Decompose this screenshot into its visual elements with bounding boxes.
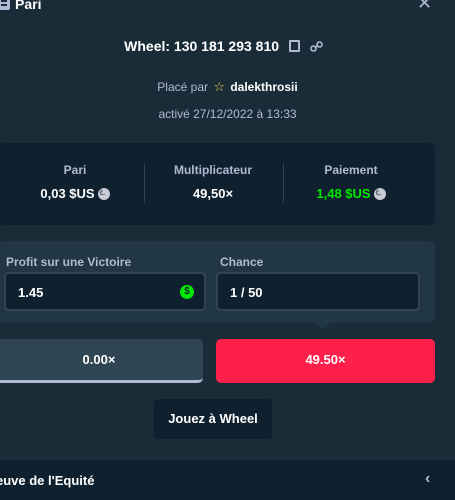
play-game-button[interactable]: Jouez à Wheel [154, 399, 272, 439]
divider [144, 163, 145, 203]
placed-by-row: Placé par ☆ dalekthrosii [0, 79, 455, 95]
bet-title-row: Wheel: 130 181 293 810 [0, 38, 455, 54]
chance-label: Chance [220, 255, 264, 269]
stat-multiplier-label: Multiplicateur [173, 163, 252, 177]
profit-field[interactable]: 1.45 $ [4, 272, 206, 311]
close-icon[interactable]: ✕ [417, 0, 432, 12]
litecoin-icon [97, 187, 110, 200]
bet-stats-panel: Pari 0,03 $US Multiplicateur 49,50× Paie… [0, 143, 435, 225]
profit-value: 1.45 [18, 285, 44, 300]
copy-icon[interactable] [288, 40, 300, 52]
stat-bet-amount: 0,03 $US [40, 186, 95, 201]
segment-button-low[interactable]: 0.00× [0, 339, 203, 383]
fairness-footer[interactable]: euve de l'Equité ‹ [0, 460, 455, 500]
stat-multiplier: Multiplicateur 49,50× [148, 163, 278, 201]
stat-bet-value: 0,03 $US [10, 186, 140, 201]
chevron-left-icon[interactable]: ‹ [425, 470, 430, 488]
fairness-title: euve de l'Equité [0, 473, 95, 488]
stat-payout-amount: 1,48 $US [316, 186, 371, 201]
profit-label: Profit sur une Victoire [6, 255, 132, 269]
stat-bet-label: Pari [63, 163, 87, 177]
star-icon: ☆ [213, 79, 225, 94]
username-link[interactable]: dalekthrosii [230, 80, 297, 94]
chance-value: 1 / 50 [230, 285, 263, 300]
bet-date: activé 27/12/2022 à 13:33 [158, 107, 297, 121]
link-icon[interactable] [310, 40, 323, 53]
bet-inputs-panel: Profit sur une Victoire 1.45 $ Chance 1 … [0, 241, 435, 323]
bet-id-title: Wheel: 130 181 293 810 [124, 38, 280, 54]
stat-multiplier-value: 49,50× [192, 186, 234, 201]
selection-pointer [316, 323, 330, 330]
stat-bet: Pari 0,03 $US [10, 163, 140, 201]
dollar-icon: $ [180, 285, 194, 299]
modal-header: Pari ✕ [0, 0, 455, 12]
modal-title: Pari [15, 0, 42, 12]
placed-by-label: Placé par [157, 80, 208, 94]
stat-payout-value: 1,48 $US [286, 186, 416, 201]
stat-payout: Paiement 1,48 $US [286, 163, 416, 201]
bet-slip-icon [0, 0, 10, 10]
segment-button-high[interactable]: 49.50× [216, 339, 435, 383]
divider [283, 163, 284, 203]
chance-field[interactable]: 1 / 50 [216, 272, 420, 311]
litecoin-icon [373, 187, 386, 200]
stat-payout-label: Paiement [324, 163, 378, 177]
